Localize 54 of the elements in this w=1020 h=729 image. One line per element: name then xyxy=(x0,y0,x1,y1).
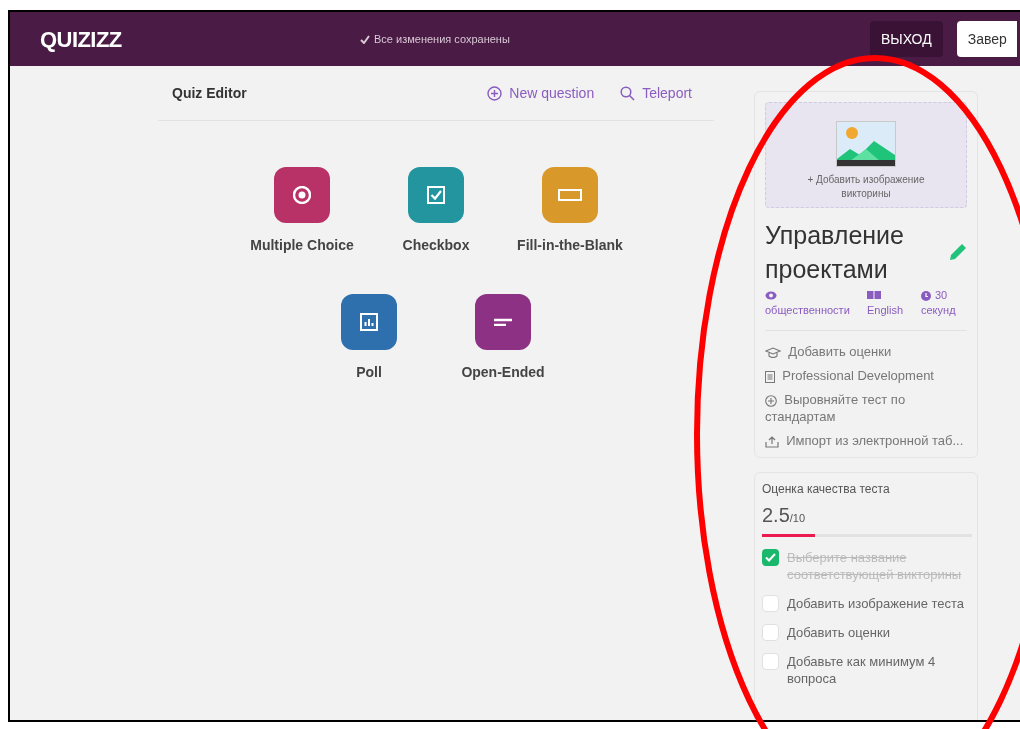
lines-icon xyxy=(494,318,512,326)
checkbox-icon xyxy=(427,186,445,204)
save-status: Все изменения сохранены xyxy=(360,30,870,48)
image-icon xyxy=(836,121,896,167)
checkbox[interactable] xyxy=(762,624,779,641)
image-upload-area[interactable]: + Добавить изображение викторины xyxy=(765,102,967,208)
editor-title: Quiz Editor xyxy=(172,83,248,103)
logo[interactable]: QUIZIZZ xyxy=(40,22,360,56)
question-type-tile[interactable] xyxy=(341,294,397,350)
rectangle-icon xyxy=(558,189,582,201)
question-type-label[interactable]: Poll xyxy=(356,362,382,383)
exit-button[interactable]: ВЫХОД xyxy=(870,21,943,57)
search-icon xyxy=(620,85,636,101)
checklist-label: Добавьте как минимум 4 вопроса xyxy=(787,653,937,687)
quiz-timer-label[interactable]: 30 секунд xyxy=(921,288,965,318)
bar-chart-icon xyxy=(360,313,378,331)
checklist-label: Добавить изображение теста xyxy=(787,595,965,612)
question-type-label[interactable]: Checkbox xyxy=(402,235,470,256)
translate-icon xyxy=(867,291,881,299)
quiz-title: Управление проектами xyxy=(765,220,905,285)
book-icon xyxy=(765,370,775,383)
add-image-label: + Добавить изображение викторины xyxy=(806,173,926,201)
check-icon xyxy=(765,553,776,562)
eye-icon xyxy=(765,291,777,300)
sidebar-link[interactable]: Professional Development xyxy=(765,367,967,384)
quiz-visibility-label[interactable]: общественности xyxy=(765,288,857,318)
sidebar-link[interactable]: Добавить оценки xyxy=(765,343,967,360)
question-type-tile[interactable] xyxy=(408,167,464,223)
sidebar-link[interactable]: Импорт из электронной таб... xyxy=(765,432,967,449)
graduation-cap-icon xyxy=(765,347,781,359)
question-type-tile[interactable] xyxy=(274,167,330,223)
pencil-icon[interactable] xyxy=(949,243,967,261)
quality-title: Оценка качества теста xyxy=(762,481,891,498)
sidebar-link[interactable]: Выровняйте тест по стандартам xyxy=(765,391,967,425)
checkbox[interactable] xyxy=(762,595,779,612)
question-type-label[interactable]: Fill-in-the-Blank xyxy=(517,235,623,256)
plus-circle-icon xyxy=(487,85,503,101)
checkbox[interactable] xyxy=(762,549,779,566)
question-type-tile[interactable] xyxy=(542,167,598,223)
checkbox[interactable] xyxy=(762,653,779,670)
check-icon xyxy=(360,34,370,44)
finish-button[interactable]: Завер xyxy=(956,21,1017,57)
question-type-tile[interactable] xyxy=(475,294,531,350)
clock-icon xyxy=(921,291,931,301)
target-icon xyxy=(293,186,311,204)
quiz-language-label[interactable]: English xyxy=(867,288,911,318)
question-type-label[interactable]: Multiple Choice xyxy=(250,235,354,256)
new-question-link[interactable]: New question xyxy=(509,82,595,104)
upload-tray-icon xyxy=(765,435,779,448)
question-type-label[interactable]: Open-Ended xyxy=(461,362,545,383)
plus-circle-icon xyxy=(765,394,777,407)
checklist-label: Добавить оценки xyxy=(787,624,890,641)
quality-score: 2.5/10 xyxy=(762,503,807,528)
teleport-link[interactable]: Teleport xyxy=(642,82,692,104)
